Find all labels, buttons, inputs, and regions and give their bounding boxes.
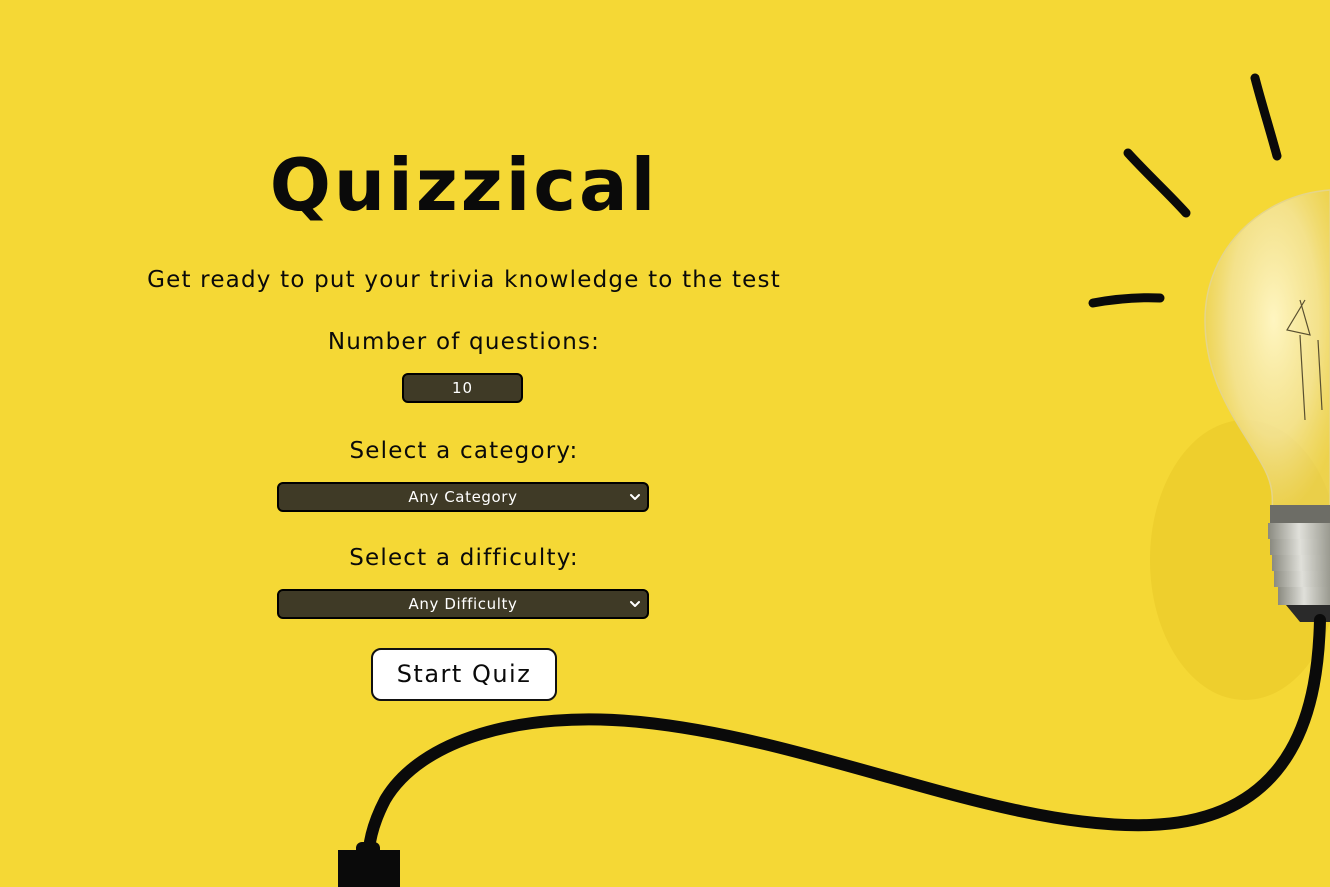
difficulty-select[interactable]: Any Difficulty (277, 589, 649, 619)
category-select-value: Any Category (408, 488, 518, 506)
questions-label: Number of questions: (327, 329, 601, 355)
difficulty-label: Select a difficulty: (349, 545, 579, 571)
questions-count-input[interactable]: 10 (402, 373, 523, 403)
category-label: Select a category: (349, 438, 579, 464)
category-select[interactable]: Any Category (277, 482, 649, 512)
start-quiz-button[interactable]: Start Quiz (371, 648, 557, 701)
chevron-down-icon (630, 494, 640, 500)
page-subtitle: Get ready to put your trivia knowledge t… (147, 267, 781, 293)
difficulty-select-value: Any Difficulty (408, 595, 518, 613)
page-title: Quizzical (269, 143, 659, 227)
quiz-setup-panel: Quizzical Get ready to put your trivia k… (100, 0, 828, 887)
chevron-down-icon (630, 601, 640, 607)
